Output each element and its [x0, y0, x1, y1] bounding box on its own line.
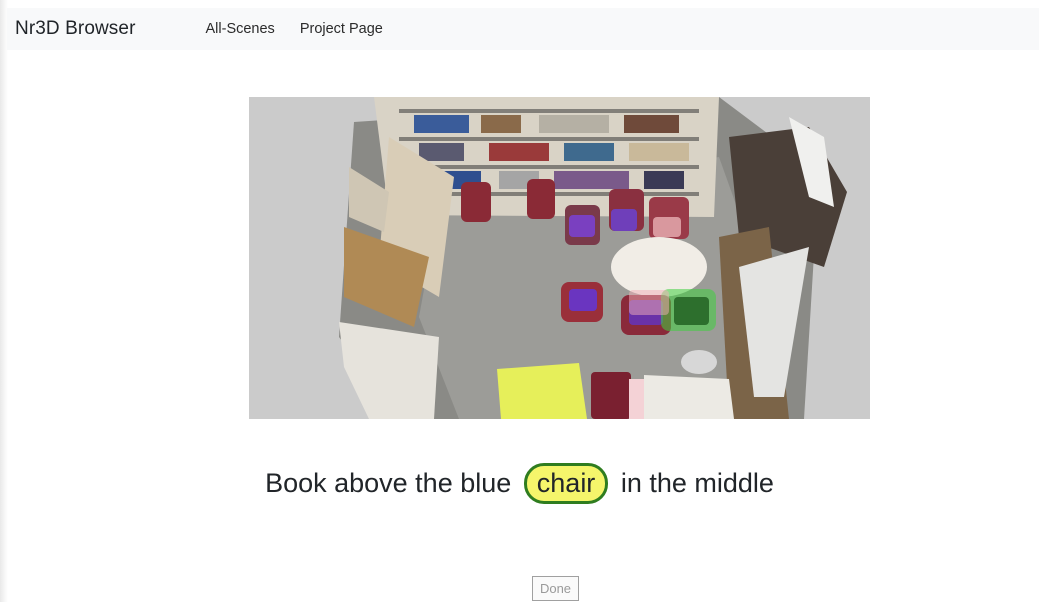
target-object-word: chair: [523, 463, 609, 504]
done-button[interactable]: Done: [532, 576, 579, 601]
brand-link[interactable]: Nr3D Browser: [15, 18, 136, 40]
3d-scene-viewer[interactable]: [249, 97, 870, 419]
nav-link-project-page[interactable]: Project Page: [300, 21, 383, 37]
utterance-text-after: in the middle: [620, 468, 774, 498]
scene-render-image: [249, 97, 870, 419]
nav-link-all-scenes[interactable]: All-Scenes: [206, 21, 275, 37]
page-edge-shadow: [0, 0, 8, 602]
utterance-text-before: Book above the blue: [265, 468, 512, 498]
top-navbar: Nr3D Browser All-Scenes Project Page: [7, 8, 1039, 50]
referring-utterance: Book above the blue chair in the middle: [0, 463, 1039, 504]
